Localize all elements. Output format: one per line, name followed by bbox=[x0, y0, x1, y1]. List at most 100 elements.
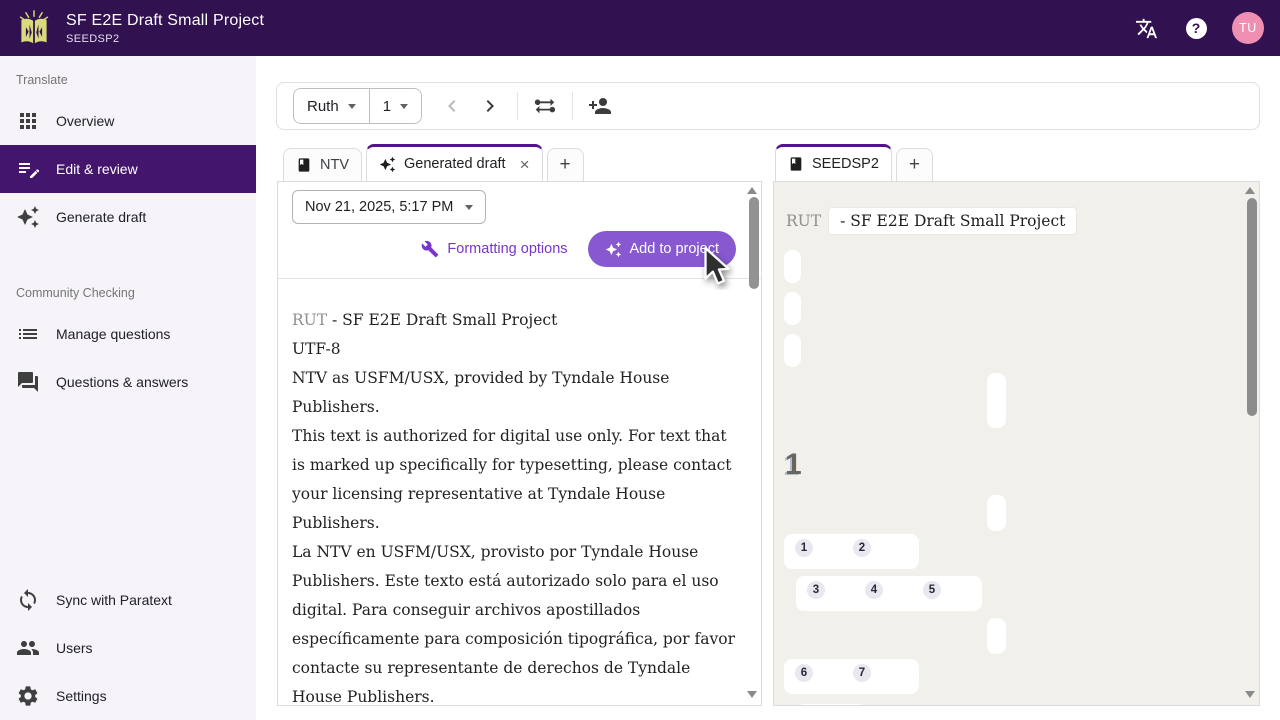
empty-segment[interactable] bbox=[987, 495, 1006, 531]
verse-chip: 6 bbox=[795, 664, 813, 682]
chapter-toolbar: Ruth 1 bbox=[276, 82, 1260, 130]
add-to-project-button[interactable]: Add to project bbox=[588, 231, 736, 267]
sidebar-item-manage-questions[interactable]: Manage questions bbox=[0, 310, 256, 358]
add-to-project-label: Add to project bbox=[630, 241, 719, 257]
book-title-line: RUT - SF E2E Draft Small Project bbox=[292, 306, 738, 335]
tab-label: NTV bbox=[320, 157, 349, 173]
verse-chip: 3 bbox=[807, 581, 825, 599]
encoding-line: UTF-8 bbox=[292, 335, 738, 364]
chevron-down-icon bbox=[348, 104, 356, 109]
verse-chip: 4 bbox=[865, 581, 883, 599]
target-book-title-line: RUT - SF E2E Draft Small Project bbox=[786, 208, 1076, 234]
previous-chapter-button[interactable] bbox=[440, 94, 464, 118]
sparkle-icon bbox=[379, 156, 396, 173]
people-icon bbox=[16, 636, 40, 660]
verse-chip: 2 bbox=[853, 539, 871, 557]
translate-language-icon[interactable] bbox=[1134, 16, 1158, 40]
sidebar-item-edit-review[interactable]: Edit & review bbox=[0, 145, 256, 193]
target-pane: SEEDSP2 + RUT - SF E2E Draft Small Proje… bbox=[773, 144, 1260, 706]
scrollbar-thumb[interactable] bbox=[1247, 198, 1257, 416]
formatting-options-label: Formatting options bbox=[447, 241, 567, 257]
scrollbar-up-arrow[interactable] bbox=[1245, 187, 1255, 194]
book-select[interactable]: Ruth bbox=[294, 89, 369, 123]
chevron-right-icon bbox=[478, 94, 502, 118]
tab-label: SEEDSP2 bbox=[812, 156, 879, 172]
verse-row[interactable]: 1 2 bbox=[784, 534, 919, 569]
sidebar-item-label: Questions & answers bbox=[56, 374, 188, 390]
scrollbar-down-arrow[interactable] bbox=[1245, 691, 1255, 698]
draft-date-select[interactable]: Nov 21, 2025, 5:17 PM bbox=[292, 190, 486, 224]
forum-icon bbox=[16, 370, 40, 394]
sync-icon bbox=[16, 588, 40, 612]
paragraph: This text is authorized for digital use … bbox=[292, 422, 738, 538]
sidebar-item-label: Edit & review bbox=[56, 161, 138, 177]
divider bbox=[278, 278, 761, 279]
scrollbar-down-arrow[interactable] bbox=[747, 691, 757, 698]
draft-date-value: Nov 21, 2025, 5:17 PM bbox=[305, 199, 453, 215]
draft-pane: NTV Generated draft × + Nov 21, 2025, 5:… bbox=[277, 144, 762, 706]
tab-generated-draft[interactable]: Generated draft × bbox=[366, 144, 543, 181]
close-icon[interactable]: × bbox=[520, 156, 530, 173]
app-logo-icon bbox=[16, 9, 52, 47]
chapter-select-value: 1 bbox=[383, 98, 391, 115]
draft-text[interactable]: RUT - SF E2E Draft Small Project UTF-8 N… bbox=[292, 306, 738, 706]
empty-segment[interactable] bbox=[987, 373, 1006, 428]
sidebar-item-label: Manage questions bbox=[56, 326, 170, 342]
sparkle-icon bbox=[605, 241, 622, 258]
chapter-select[interactable]: 1 bbox=[370, 89, 421, 123]
book-select-value: Ruth bbox=[307, 98, 339, 115]
book-title-segment[interactable]: - SF E2E Draft Small Project bbox=[829, 208, 1076, 234]
swap-arrows-icon bbox=[533, 94, 557, 118]
next-chapter-button[interactable] bbox=[478, 94, 502, 118]
sidebar-item-users[interactable]: Users bbox=[0, 624, 256, 672]
target-pane-body: RUT - SF E2E Draft Small Project 1 1 2 3… bbox=[773, 181, 1260, 706]
draft-pane-tabs: NTV Generated draft × + bbox=[277, 144, 762, 181]
sidebar-section-community-checking: Community Checking bbox=[0, 241, 256, 310]
draft-pane-body: Nov 21, 2025, 5:17 PM Formatting options… bbox=[277, 181, 762, 706]
person-add-icon bbox=[588, 94, 612, 118]
paragraph: La NTV en USFM/USX, provisto por Tyndale… bbox=[292, 538, 738, 706]
apps-grid-icon bbox=[16, 109, 40, 133]
verse-row[interactable]: 6 7 bbox=[784, 659, 919, 694]
share-add-person-button[interactable] bbox=[588, 94, 612, 118]
book-icon bbox=[788, 156, 804, 172]
book-icon bbox=[296, 157, 312, 173]
sidebar-item-label: Users bbox=[56, 640, 93, 656]
add-tab-button[interactable]: + bbox=[547, 148, 584, 181]
wrench-icon bbox=[421, 240, 439, 258]
list-icon bbox=[16, 322, 40, 346]
chevron-down-icon bbox=[465, 205, 473, 210]
sidebar-item-questions-answers[interactable]: Questions & answers bbox=[0, 358, 256, 406]
sidebar-section-translate: Translate bbox=[0, 56, 256, 97]
add-tab-button[interactable]: + bbox=[896, 148, 933, 181]
sidebar-item-sync-paratext[interactable]: Sync with Paratext bbox=[0, 576, 256, 624]
verse-chip: 1 bbox=[795, 539, 813, 557]
swap-source-target-button[interactable] bbox=[533, 94, 557, 118]
empty-segment[interactable] bbox=[784, 250, 801, 283]
paragraph: NTV as USFM/USX, provided by Tyndale Hou… bbox=[292, 364, 738, 422]
tab-ntv[interactable]: NTV bbox=[283, 148, 362, 181]
sidebar-item-label: Settings bbox=[56, 688, 107, 704]
help-icon[interactable]: ? bbox=[1184, 16, 1208, 40]
scrollbar-up-arrow[interactable] bbox=[747, 187, 757, 194]
tab-seedsp2[interactable]: SEEDSP2 bbox=[775, 144, 892, 181]
empty-segment[interactable] bbox=[784, 334, 801, 367]
scrollbar-thumb[interactable] bbox=[749, 197, 759, 289]
empty-segment[interactable] bbox=[987, 618, 1006, 654]
verse-row[interactable] bbox=[796, 704, 867, 706]
book-ref: RUT bbox=[786, 212, 821, 230]
gear-icon bbox=[16, 684, 40, 708]
verse-row[interactable]: 3 4 5 bbox=[796, 576, 982, 611]
user-avatar[interactable]: TU bbox=[1232, 12, 1264, 44]
sidebar-item-label: Sync with Paratext bbox=[56, 592, 172, 608]
book-chapter-selector: Ruth 1 bbox=[293, 88, 422, 124]
sidebar-item-generate-draft[interactable]: Generate draft bbox=[0, 193, 256, 241]
verse-chip: 7 bbox=[853, 664, 871, 682]
chevron-left-icon bbox=[440, 94, 464, 118]
chapter-number: 1 bbox=[785, 448, 802, 482]
sidebar-item-settings[interactable]: Settings bbox=[0, 672, 256, 720]
sidebar-item-overview[interactable]: Overview bbox=[0, 97, 256, 145]
formatting-options-link[interactable]: Formatting options bbox=[421, 240, 567, 258]
sidebar-item-label: Generate draft bbox=[56, 209, 146, 225]
empty-segment[interactable] bbox=[784, 292, 801, 325]
